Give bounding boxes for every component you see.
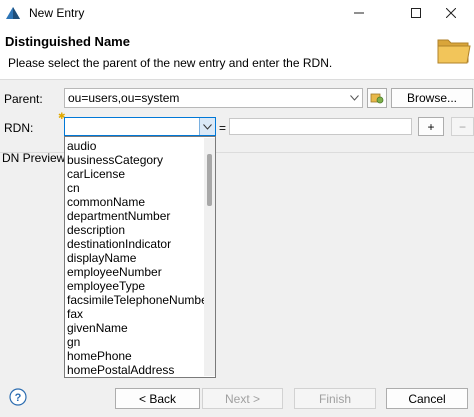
list-item[interactable]: displayName xyxy=(67,251,136,265)
list-item[interactable]: homePhone xyxy=(67,349,132,363)
list-item[interactable]: description xyxy=(67,223,125,237)
folder-icon xyxy=(437,39,471,64)
svg-text:?: ? xyxy=(15,392,22,404)
list-item[interactable]: cn xyxy=(67,181,80,195)
remove-rdn-button[interactable]: − xyxy=(451,117,474,136)
finish-button[interactable]: Finish xyxy=(294,388,376,409)
page-description: Please select the parent of the new entr… xyxy=(8,56,333,70)
list-item[interactable]: employeeType xyxy=(67,279,145,293)
list-item[interactable]: fax xyxy=(67,307,83,321)
dropdown-scrollbar[interactable] xyxy=(204,138,215,376)
page-title: Distinguished Name xyxy=(5,34,130,49)
dn-preview-label: DN Preview: xyxy=(2,151,69,165)
rdn-attribute-combo[interactable] xyxy=(64,117,216,136)
list-item[interactable]: employeeNumber xyxy=(67,265,162,279)
list-item[interactable]: facsimileTelephoneNumber xyxy=(67,293,212,307)
list-item[interactable]: carLicense xyxy=(67,167,125,181)
app-icon xyxy=(6,7,20,19)
directory-icon xyxy=(370,93,384,104)
list-item[interactable]: departmentNumber xyxy=(67,209,170,223)
list-item[interactable]: homePostalAddress xyxy=(67,363,174,377)
window-title: New Entry xyxy=(29,6,85,20)
minimize-icon[interactable] xyxy=(336,0,382,26)
title-bar: New Entry xyxy=(0,0,474,26)
chevron-down-icon[interactable] xyxy=(346,89,362,107)
rdn-label: RDN: xyxy=(4,121,34,135)
list-item[interactable]: givenName xyxy=(67,321,128,335)
list-item[interactable]: destinationIndicator xyxy=(67,237,171,251)
wizard-banner: Distinguished Name Please select the par… xyxy=(0,26,474,80)
parent-value: ou=users,ou=system xyxy=(68,91,180,105)
help-icon[interactable]: ? xyxy=(9,388,27,406)
attribute-dropdown-list[interactable]: audio businessCategory carLicense cn com… xyxy=(64,136,216,378)
button-bar: ? < Back Next > Finish Cancel xyxy=(0,380,474,417)
scrollbar-thumb[interactable] xyxy=(207,154,212,206)
chevron-down-icon[interactable] xyxy=(199,118,215,135)
rdn-value-field[interactable] xyxy=(229,118,412,135)
back-button[interactable]: < Back xyxy=(115,388,200,409)
list-item[interactable]: gn xyxy=(67,335,80,349)
list-item[interactable]: commonName xyxy=(67,195,145,209)
list-item[interactable]: audio xyxy=(67,139,96,153)
browse-button[interactable]: Browse... xyxy=(391,88,473,108)
add-rdn-button[interactable]: + xyxy=(418,117,444,136)
parent-combo[interactable]: ou=users,ou=system xyxy=(64,88,363,108)
next-button[interactable]: Next > xyxy=(202,388,283,409)
equals-sign: = xyxy=(219,121,227,135)
entry-picker-button[interactable] xyxy=(367,88,387,108)
parent-label: Parent: xyxy=(4,92,43,106)
close-icon[interactable] xyxy=(428,0,474,26)
list-item[interactable]: businessCategory xyxy=(67,153,163,167)
cancel-button[interactable]: Cancel xyxy=(386,388,468,409)
